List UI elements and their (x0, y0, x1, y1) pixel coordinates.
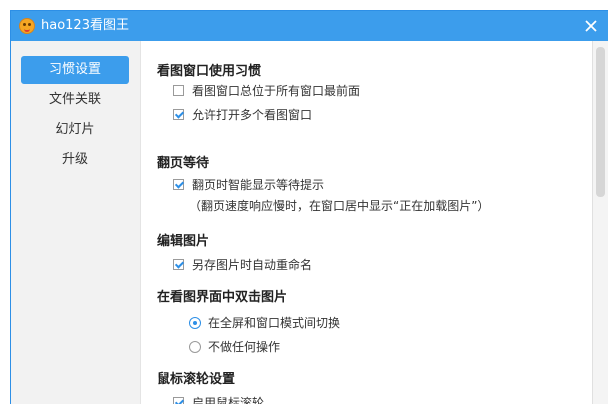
close-icon[interactable] (580, 15, 602, 37)
enable-wheel-label: 启用鼠标滚轮 (192, 396, 265, 404)
scrollbar-thumb[interactable] (596, 47, 605, 197)
title-bar[interactable]: hao123看图王 (11, 11, 608, 41)
allow-multiple-windows-label: 允许打开多个看图窗口 (192, 108, 313, 122)
section-title-double-click: 在看图界面中双击图片 (157, 290, 288, 305)
auto-rename-label: 另存图片时自动重命名 (192, 258, 313, 272)
checkbox-checked-icon (173, 109, 184, 120)
checkbox-checked-icon (173, 397, 184, 404)
toggle-fullscreen-label: 在全屏和窗口模式间切换 (208, 316, 341, 330)
checkbox-unchecked-icon (173, 85, 184, 96)
section-title-edit-image: 编辑图片 (157, 234, 210, 249)
checkbox-checked-icon (173, 179, 184, 190)
smart-wait-label: 翻页时智能显示等待提示 (192, 178, 325, 192)
content-scrollbar[interactable] (592, 41, 608, 404)
settings-window: hao123看图王 习惯设置 文件关联 幻灯片 升级 看图窗口使用习惯 看图窗口… (10, 10, 608, 404)
sidebar-item-slideshow[interactable]: 幻灯片 (21, 116, 129, 144)
sidebar-item-habits[interactable]: 习惯设置 (21, 56, 129, 84)
settings-sidebar: 习惯设置 文件关联 幻灯片 升级 (11, 41, 141, 404)
settings-content: 看图窗口使用习惯 看图窗口总位于所有窗口最前面 允许打开多个看图窗口 翻页等待 … (141, 41, 593, 404)
sidebar-item-file-association[interactable]: 文件关联 (21, 86, 129, 114)
smart-wait-hint: （翻页速度响应慢时，在窗口居中显示“正在加载图片”） (189, 199, 490, 213)
window-title: hao123看图王 (41, 18, 129, 33)
radio-selected-icon (189, 317, 201, 329)
section-title-page-wait: 翻页等待 (157, 156, 210, 171)
section-title-mouse-wheel: 鼠标滚轮设置 (157, 372, 236, 387)
app-logo-icon (19, 18, 35, 34)
checkbox-checked-icon (173, 259, 184, 270)
radio-unselected-icon (189, 341, 201, 353)
no-action-label: 不做任何操作 (208, 340, 281, 354)
always-on-top-label: 看图窗口总位于所有窗口最前面 (192, 84, 361, 98)
sidebar-item-upgrade[interactable]: 升级 (21, 146, 129, 174)
section-title-viewer-window: 看图窗口使用习惯 (157, 64, 262, 79)
